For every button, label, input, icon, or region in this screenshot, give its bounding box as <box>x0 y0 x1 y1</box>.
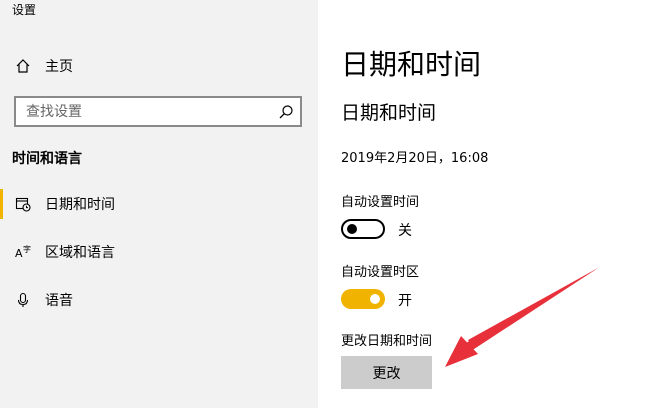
section-heading: 日期和时间 <box>341 102 437 124</box>
microphone-icon <box>14 291 32 309</box>
auto-time-toggle[interactable] <box>341 219 385 239</box>
current-datetime: 2019年2月20日，16:08 <box>341 151 489 166</box>
auto-timezone-label: 自动设置时区 <box>341 265 420 280</box>
app-title: 设置 <box>12 3 37 17</box>
main-content: 日期和时间 日期和时间 2019年2月20日，16:08 自动设置时间 关 自动… <box>318 0 671 408</box>
toggle-knob <box>347 224 357 234</box>
calendar-clock-icon <box>14 195 32 213</box>
search-icon[interactable] <box>278 104 294 120</box>
active-indicator <box>0 189 3 219</box>
sidebar-item-date-time[interactable]: 日期和时间 <box>0 186 318 222</box>
search-input[interactable] <box>26 103 276 121</box>
auto-time-label: 自动设置时间 <box>341 195 420 210</box>
toggle-knob <box>370 294 380 304</box>
auto-timezone-state: 开 <box>398 293 412 309</box>
section-title: 时间和语言 <box>12 151 82 167</box>
home-icon <box>14 57 32 75</box>
search-box[interactable] <box>14 96 302 127</box>
change-datetime-label: 更改日期和时间 <box>341 334 433 349</box>
sidebar-item-label: 区域和语言 <box>45 245 115 261</box>
sidebar-item-label: 日期和时间 <box>45 197 115 213</box>
sidebar-item-label: 语音 <box>45 293 73 309</box>
sidebar-item-region-language[interactable]: A字 区域和语言 <box>0 234 318 270</box>
auto-timezone-toggle[interactable] <box>341 289 385 309</box>
sidebar-item-speech[interactable]: 语音 <box>0 282 318 318</box>
change-button[interactable]: 更改 <box>341 356 432 389</box>
language-icon: A字 <box>14 243 32 261</box>
svg-text:A: A <box>15 247 23 260</box>
sidebar: 设置 主页 时间和语言 日期和时间 A字 区域和语言 语音 <box>0 0 318 408</box>
svg-text:字: 字 <box>23 244 31 254</box>
sidebar-item-home[interactable]: 主页 <box>0 50 318 82</box>
page-title: 日期和时间 <box>341 48 482 81</box>
auto-time-state: 关 <box>398 223 412 239</box>
sidebar-item-label: 主页 <box>45 59 73 75</box>
